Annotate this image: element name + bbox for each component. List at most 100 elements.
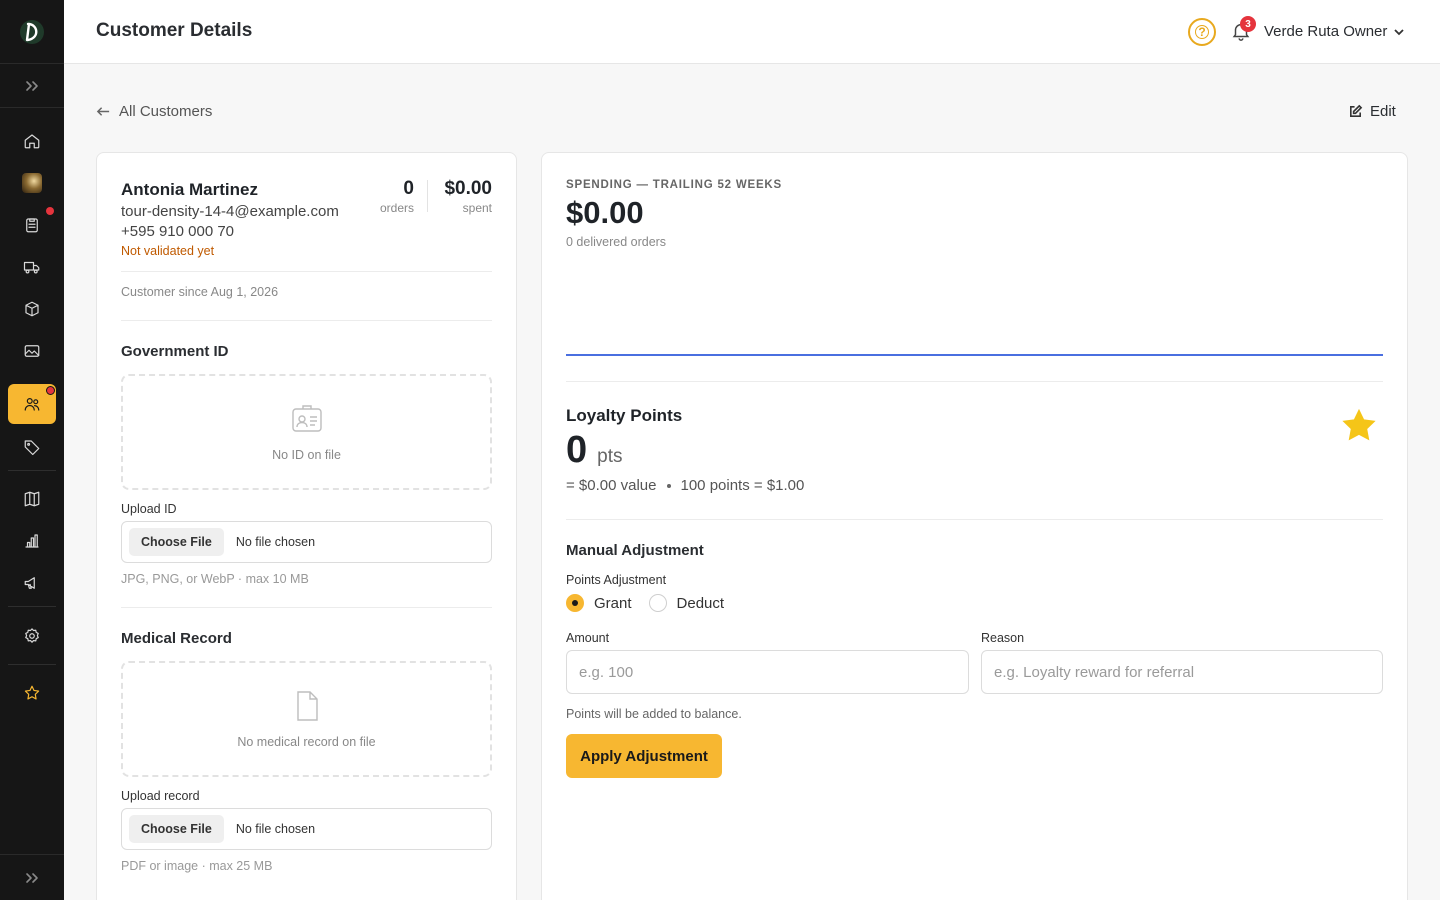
loyalty-points-unit: pts (597, 446, 623, 467)
collapse-sidebar-button[interactable] (0, 854, 64, 900)
sidebar-item-loyalty[interactable] (8, 673, 56, 713)
sidebar-item-settings[interactable] (8, 616, 56, 656)
adjustment-type-group: Grant Deduct (566, 594, 741, 612)
choose-file-button[interactable]: Choose File (129, 815, 224, 843)
file-status: No file chosen (235, 535, 316, 549)
logo-icon (20, 19, 44, 44)
customer-email: tour-density-14-4@example.com (121, 203, 339, 220)
spending-sparkline (566, 354, 1383, 356)
orders-count: 0 (403, 178, 414, 199)
sidebar-item-store[interactable] (8, 163, 56, 203)
spent-label: spent (462, 201, 492, 215)
validation-status: Not validated yet (121, 244, 215, 258)
upload-id-label: Upload ID (121, 502, 177, 516)
sidebar-item-analytics[interactable] (8, 521, 56, 561)
top-header: Customer Details ? 3 Verde Ruta Owner (64, 0, 1440, 64)
sidebar-item-marketing[interactable] (8, 563, 56, 603)
loyalty-title: Loyalty Points (566, 406, 683, 425)
brand-logo[interactable] (0, 0, 64, 64)
gear-icon (25, 628, 39, 643)
back-to-customers-link[interactable]: All Customers (96, 103, 212, 120)
loyalty-points-display: 0 pts (566, 429, 623, 472)
apply-adjustment-button[interactable]: Apply Adjustment (566, 734, 722, 778)
divider (121, 271, 492, 272)
tag-icon (24, 440, 40, 456)
sidebar (0, 0, 64, 900)
loyalty-value-text: = $0.00 value (566, 477, 657, 494)
home-icon (24, 134, 40, 149)
truck-icon (23, 261, 40, 274)
choose-file-button[interactable]: Choose File (129, 528, 224, 556)
edit-label: Edit (1370, 103, 1396, 120)
upload-record-hint: PDF or image · max 25 MB (121, 859, 273, 873)
users-icon (24, 398, 40, 411)
sidebar-item-delivery[interactable] (8, 247, 56, 287)
medical-record-dropzone[interactable]: No medical record on file (121, 661, 492, 777)
reason-input[interactable] (981, 650, 1383, 694)
customer-name: Antonia Martinez (121, 180, 258, 199)
bar-chart-icon (25, 534, 39, 548)
adjustment-hint: Points will be added to balance. (566, 707, 742, 721)
government-id-dropzone[interactable]: No ID on file (121, 374, 492, 490)
sidebar-item-products[interactable] (8, 289, 56, 329)
id-card-icon (291, 405, 322, 432)
megaphone-icon (24, 577, 35, 589)
page-title: Customer Details (96, 20, 253, 41)
expand-sidebar-button[interactable] (0, 64, 64, 108)
loyalty-rate-text: 100 points = $1.00 (680, 477, 805, 494)
upload-record-input[interactable]: Choose File No file chosen (121, 808, 492, 850)
arrow-left-icon (96, 107, 110, 116)
spending-caption: SPENDING — TRAILING 52 WEEKS (566, 179, 783, 191)
deduct-radio-label[interactable]: Deduct (677, 595, 725, 612)
orders-label: orders (379, 201, 414, 215)
amount-label: Amount (566, 631, 610, 645)
help-icon: ? (1195, 25, 1209, 39)
store-avatar (22, 173, 42, 193)
sidebar-item-media[interactable] (8, 331, 56, 371)
upload-id-hint: JPG, PNG, or WebP · max 10 MB (121, 572, 309, 586)
divider (121, 320, 492, 321)
image-icon (24, 345, 40, 357)
stat-divider (427, 180, 428, 212)
grant-radio[interactable] (566, 594, 584, 612)
notification-count-badge: 3 (1240, 16, 1256, 32)
sidebar-divider (8, 664, 56, 665)
spending-subtitle: 0 delivered orders (566, 235, 667, 249)
sidebar-divider (8, 606, 56, 607)
back-link-label: All Customers (119, 103, 213, 120)
divider (566, 381, 1383, 382)
file-status: No file chosen (235, 822, 316, 836)
amount-input[interactable] (566, 650, 969, 694)
sidebar-item-tags[interactable] (8, 427, 56, 467)
chevron-down-icon (1394, 29, 1404, 36)
clipboard-icon (26, 218, 38, 233)
medical-record-empty-text: No medical record on file (237, 735, 376, 749)
spending-total: $0.00 (566, 195, 644, 230)
deduct-radio[interactable] (648, 594, 667, 612)
sidebar-item-catalog[interactable] (8, 479, 56, 519)
loyalty-points-value: 0 (566, 429, 588, 471)
user-menu-name[interactable]: Verde Ruta Owner (1264, 23, 1387, 40)
user-menu-toggle[interactable] (1392, 25, 1406, 39)
spent-amount: $0.00 (444, 178, 492, 199)
edit-button[interactable]: Edit (1348, 103, 1396, 120)
upload-id-input[interactable]: Choose File No file chosen (121, 521, 492, 563)
government-id-title: Government ID (121, 343, 229, 360)
loyalty-info: = $0.00 value 100 points = $1.00 (566, 477, 804, 494)
book-icon (24, 491, 40, 507)
sidebar-divider (8, 470, 56, 471)
grant-radio-label[interactable]: Grant (594, 595, 632, 612)
chevrons-right-icon (26, 80, 38, 91)
reason-label: Reason (981, 631, 1025, 645)
points-adjustment-label: Points Adjustment (566, 573, 667, 587)
sidebar-item-home[interactable] (8, 121, 56, 161)
chevrons-right-icon (26, 872, 38, 883)
star-icon (1342, 408, 1376, 441)
upload-record-label: Upload record (121, 789, 200, 803)
help-button[interactable]: ? (1188, 18, 1216, 46)
customers-alert-dot (46, 386, 55, 395)
divider (566, 519, 1383, 520)
document-icon (296, 691, 318, 721)
customer-profile-card: Antonia Martinez tour-density-14-4@examp… (96, 152, 517, 900)
box-icon (25, 301, 39, 317)
